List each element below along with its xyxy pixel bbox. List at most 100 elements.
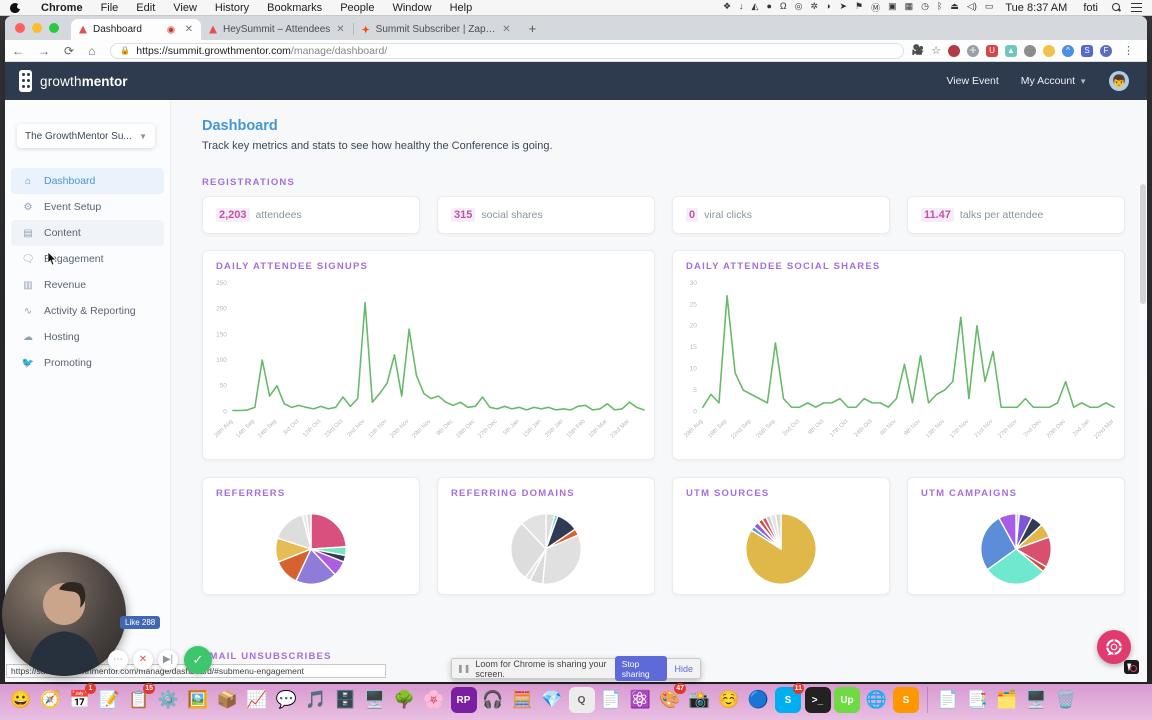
menu-item-people[interactable]: People [331,2,383,14]
timer-icon[interactable]: ◷ [917,1,933,14]
volume-icon[interactable]: ◁) [963,1,981,14]
dock-safari[interactable]: 🧭 [38,687,64,713]
sidebar-item-hosting[interactable]: ☁ Hosting [11,324,164,350]
spotlight-icon[interactable] [1112,3,1121,12]
reload-button[interactable]: ⟳ [57,44,81,58]
home-button[interactable]: ⌂ [81,44,102,58]
scrollbar[interactable] [1139,184,1147,682]
sidebar-item-dashboard[interactable]: ⌂ Dashboard [11,168,164,194]
dock-itunes[interactable]: 🎵 [303,687,329,713]
tab-close-button[interactable]: ✕ [185,24,193,35]
menu-item-help[interactable]: Help [441,2,482,14]
tab-2[interactable]: HeySummit – Attendees ✕ [201,19,353,40]
dock-skype[interactable]: S 11 [775,683,804,713]
dock-science-app[interactable]: ⚛️ [628,687,654,713]
sidebar-item-engagement[interactable]: 🗨 Engagement [11,246,164,272]
menu-item-edit[interactable]: Edit [127,2,164,14]
recording-finish-button[interactable]: ✓ [184,646,212,674]
ext-up-circle[interactable]: ^ [1062,44,1074,57]
dock-preview[interactable]: 🖥️ [362,687,388,713]
dock-smiley-app[interactable]: ☺️ [716,687,742,713]
media-camera-icon[interactable]: 🎥 [912,45,924,56]
view-event-link[interactable]: View Event [946,75,998,87]
dock-screenshot-app[interactable]: 📸 [687,687,713,713]
dock-system-preferences[interactable]: ⚙️ [156,687,182,713]
apple-menu-icon[interactable] [10,2,22,13]
menu-item-window[interactable]: Window [383,2,440,14]
menu-item-file[interactable]: File [92,2,128,14]
ext-unsplash[interactable]: U [986,44,998,57]
dropbox-icon[interactable]: ❖ [719,1,735,14]
bluetooth-icon[interactable]: ᛒ [933,1,946,14]
tab-close-button[interactable]: ✕ [502,24,510,35]
chrome-menu-icon[interactable]: ⋮ [1119,44,1139,57]
dock-activity-monitor[interactable]: 📈 [244,687,270,713]
scrollbar-thumb[interactable] [1140,184,1146,304]
dock-rp-app[interactable]: RP [450,687,477,713]
tab-1[interactable]: Dashboard ✕ [71,19,201,40]
sidebar-item-promoting[interactable]: 🐦 Promoting [11,350,164,376]
dock-photos[interactable]: 🌸 [421,687,447,713]
dock-sequel-pro[interactable]: 🗄️ [333,687,359,713]
avatar[interactable]: 👦 [1109,71,1129,91]
sidebar-item-event-setup[interactable]: ⚙ Event Setup [11,194,164,220]
dock-textedit[interactable]: 📄 [598,687,624,713]
profile-avatar[interactable]: F [1100,44,1112,57]
keyboard-icon[interactable]: ▦ [901,1,918,14]
ext-crosshair[interactable]: ✛ [967,44,979,57]
airdrop-icon[interactable]: ◭ [748,1,763,14]
dock-trash[interactable]: 🗑️ [1053,687,1079,713]
drag-handle-icon[interactable]: ❚❚ [457,664,470,673]
dock-sketch[interactable]: 💎 [539,687,565,713]
dock-mindnode[interactable]: 🌳 [392,687,418,713]
dock-downloads-folder[interactable]: 🗂️ [994,687,1020,713]
address-field[interactable]: 🔒 https://summit.growthmentor.com /manag… [110,42,904,59]
menubar-clock[interactable]: Tue 8:37 AM [997,2,1075,14]
vpn-icon[interactable]: ◗ [822,1,835,14]
dock-teamviewer[interactable]: 🔵 [746,687,772,713]
menu-item-view[interactable]: View [164,2,206,14]
recording-cancel-button[interactable]: ✕ [133,650,153,670]
dock-sublime-text[interactable]: S [893,687,919,713]
help-widget-button[interactable] [1097,630,1131,664]
tab-close-button[interactable]: ✕ [336,24,344,35]
stop-sharing-button[interactable]: Stop sharing [614,656,668,681]
my-account-menu[interactable]: My Account ▼ [1021,75,1087,87]
battery-icon[interactable]: ▭ [981,1,998,14]
hide-button[interactable]: Hide [674,664,693,674]
sidebar-item-revenue[interactable]: ▥ Revenue [11,272,164,298]
headphones-icon[interactable]: Ω [776,1,791,14]
dock-notes[interactable]: 📝 [97,687,123,713]
bookmark-star-icon[interactable]: ☆ [931,44,941,57]
flag-icon[interactable]: ⚑ [851,1,867,14]
minimize-window-button[interactable] [32,23,42,33]
recording-more-button[interactable]: ⋯ [108,650,128,670]
sidebar-item-content[interactable]: ▤ Content [11,220,164,246]
forward-button[interactable]: → [31,44,57,58]
dock-installer[interactable]: 📦 [215,687,241,713]
download-icon[interactable]: ↓ [735,1,748,14]
new-tab-button[interactable]: + [519,21,547,40]
dock-doc-stack-2[interactable]: 📑 [965,687,991,713]
event-selector[interactable]: The GrowthMentor Su... ▼ [17,124,155,148]
menu-item-bookmarks[interactable]: Bookmarks [258,2,331,14]
ext-red-circle[interactable] [948,44,960,57]
sidebar-item-activity-reporting[interactable]: ∿ Activity & Reporting [11,298,164,324]
menu-item-history[interactable]: History [206,2,258,14]
dock-upwork[interactable]: Up [834,687,860,713]
ext-loom[interactable] [1043,44,1055,57]
dock-spotify[interactable]: 🎧 [480,687,506,713]
dock-chrome[interactable]: 🌐 [864,687,890,713]
back-button[interactable]: ← [5,44,31,58]
record-icon[interactable]: ● [762,1,775,14]
recording-skip-button[interactable]: ▶| [158,650,178,670]
dock-slack[interactable]: 🎨 47 [657,683,686,713]
paw-icon[interactable]: ✲ [806,1,822,14]
notification-center-icon[interactable] [1131,3,1142,12]
growthmentor-logo[interactable]: growth mentor [19,70,128,92]
dock-finder[interactable]: 😀 [8,687,34,713]
dock-messages[interactable]: 💬 [274,687,300,713]
dock-display-prefs[interactable]: 🖥️ [1024,687,1050,713]
dock-doc-stack-1[interactable]: 📄 [935,687,961,713]
dock-calculator[interactable]: 🧮 [510,687,536,713]
